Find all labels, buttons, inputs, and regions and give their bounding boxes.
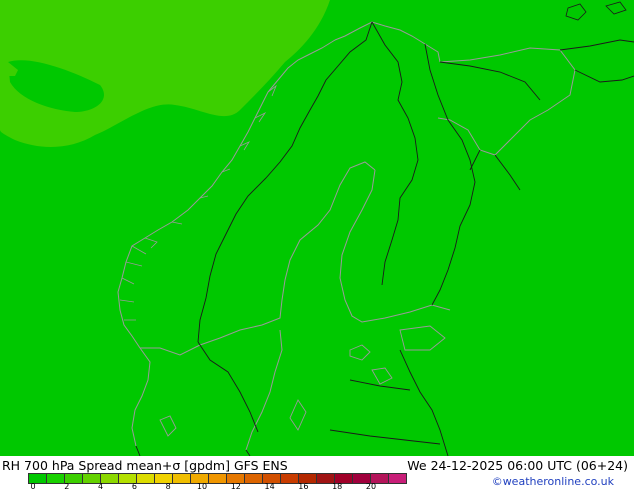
credit-link[interactable]: ©weatheronline.co.uk [492, 475, 614, 488]
map-title: RH 700 hPa Spread mean+σ [gpdm] GFS ENS [2, 458, 288, 473]
footer-bar: RH 700 hPa Spread mean+σ [gpdm] GFS ENS … [0, 456, 634, 491]
map-valid-time: We 24-12-2025 06:00 UTC (06+24) [407, 458, 628, 473]
map-area [0, 0, 634, 456]
